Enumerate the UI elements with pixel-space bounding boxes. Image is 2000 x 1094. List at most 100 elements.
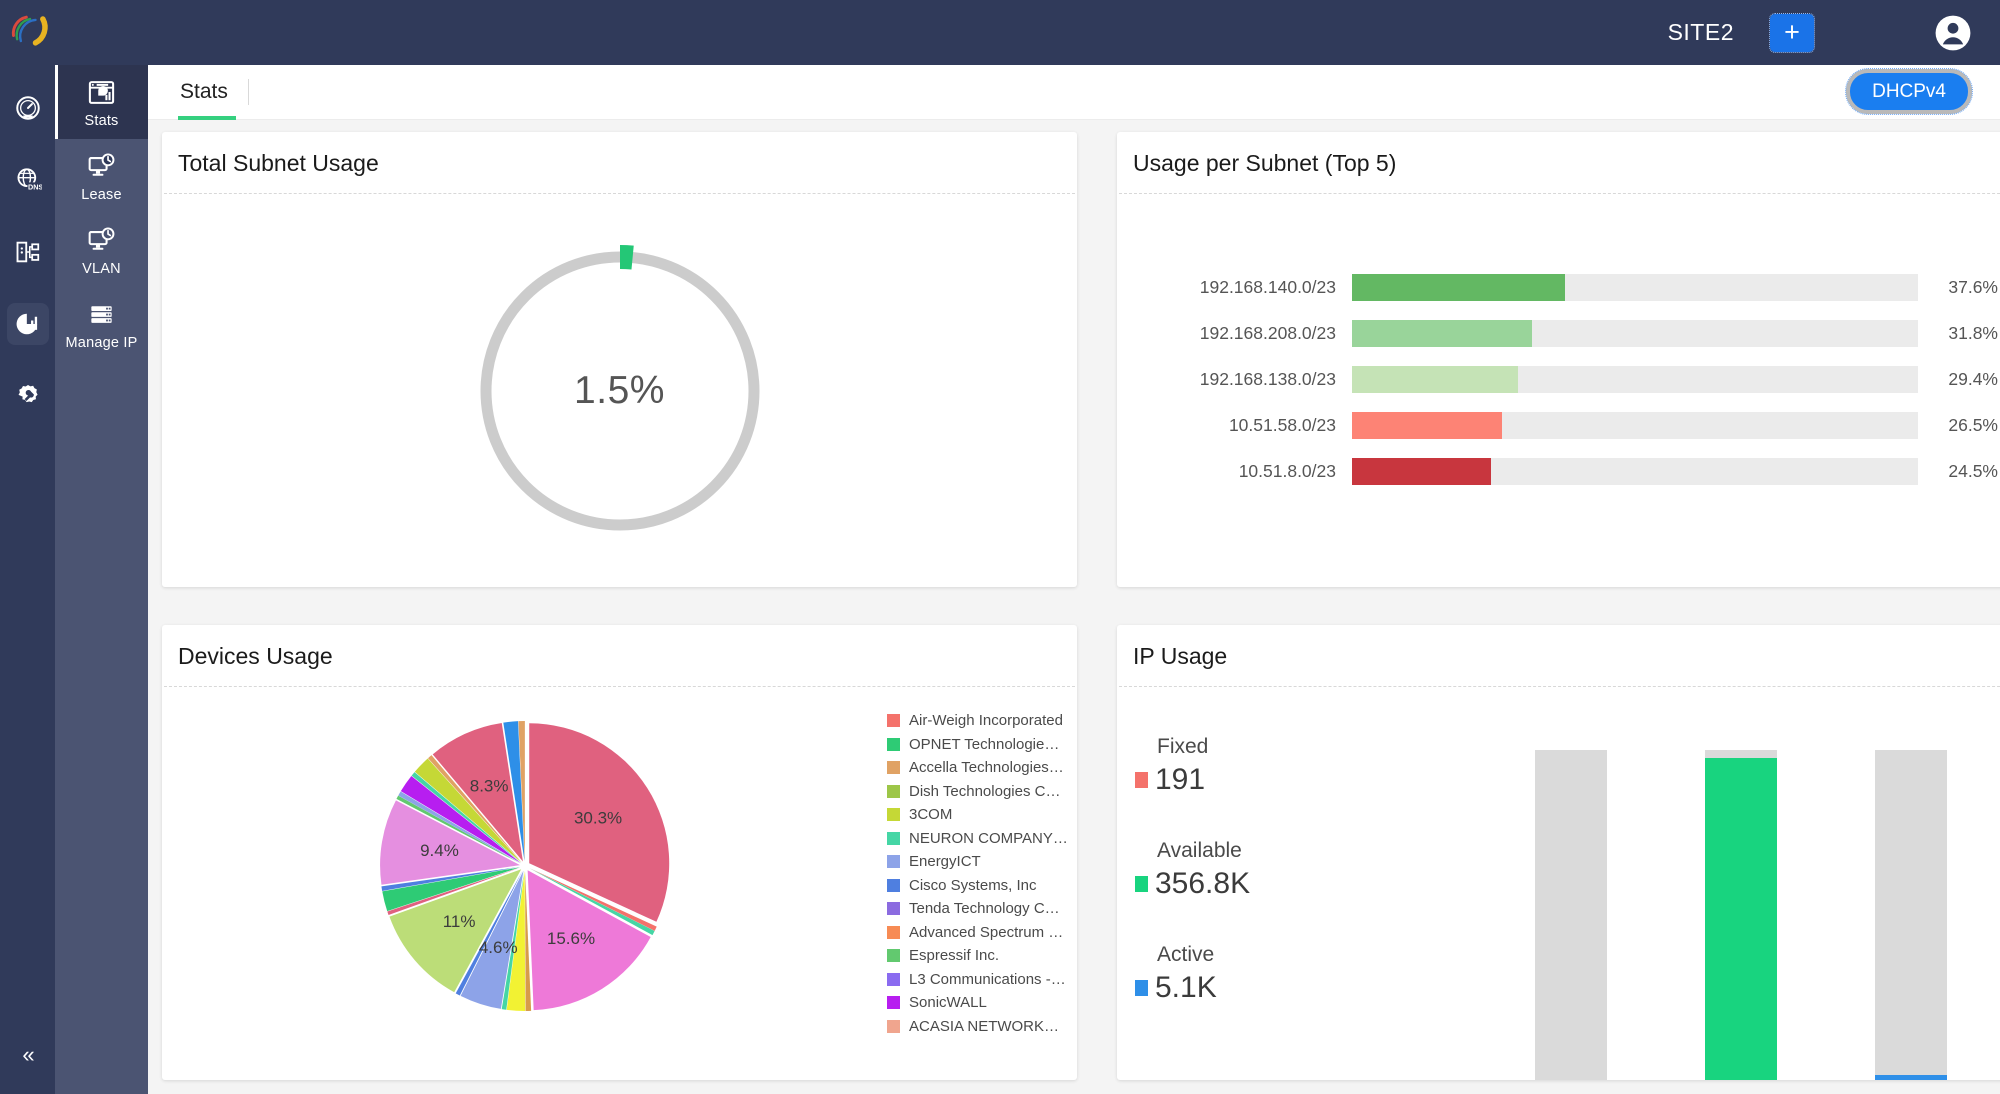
bar-value: 29.4%: [1918, 369, 1998, 390]
card-title: Usage per Subnet (Top 5): [1119, 132, 2000, 194]
ip-usage-category-label: Fixed: [1157, 735, 1407, 759]
legend-swatch: [887, 714, 900, 727]
legend-label: 3COM: [909, 806, 952, 823]
bar-row: 192.168.138.0/2329.4%: [1117, 356, 1998, 402]
vlan-monitor-clock-icon: [87, 225, 116, 255]
legend-swatch: [887, 855, 900, 868]
avatar[interactable]: [1934, 14, 1972, 52]
icon-rail: DNS «: [0, 65, 55, 1094]
dashboard-grid: Total Subnet Usage 1.5% Usage per Subnet…: [148, 120, 2000, 1080]
bar-track: [1352, 366, 1918, 393]
rail-item-settings[interactable]: [7, 375, 49, 417]
ip-usage-value: 356.8K: [1155, 867, 1250, 901]
bar-fill[interactable]: [1352, 366, 1518, 393]
bar-row: 10.51.8.0/2324.5%: [1117, 448, 1998, 494]
rail-item-reports[interactable]: [7, 303, 49, 345]
legend-item[interactable]: Dish Technologies C…: [887, 780, 1071, 804]
bar-label: 10.51.8.0/23: [1117, 461, 1352, 482]
legend-item[interactable]: Advanced Spectrum …: [887, 921, 1071, 945]
secondary-nav: Stats Lease VLAN: [55, 65, 148, 1094]
stats-window-icon: [87, 77, 116, 107]
pie-chart-area: 30.3%15.6%4.6%11%9.4%8.3% Air-Weigh Inco…: [162, 687, 1077, 1080]
legend-swatch: [887, 761, 900, 774]
legend-swatch: [887, 1020, 900, 1033]
app-logo-icon: [8, 8, 52, 52]
legend-swatch: [887, 879, 900, 892]
rail-item-dhcp[interactable]: [7, 231, 49, 273]
svg-text:DNS: DNS: [28, 183, 42, 192]
bar-track: [1352, 274, 1918, 301]
ip-usage-bar-fill[interactable]: [1705, 758, 1777, 1080]
legend-item[interactable]: L3 Communications -…: [887, 968, 1071, 992]
ip-usage-legend-item[interactable]: Available356.8K: [1135, 839, 1407, 901]
card-body: 1.5%: [162, 194, 1077, 587]
card-body: 192.168.140.0/2337.6% 192.168.208.0/23 31.…: [1117, 194, 2000, 587]
legend-item[interactable]: OPNET Technologie…: [887, 733, 1071, 757]
legend-item[interactable]: EnergyICT: [887, 850, 1071, 874]
sidebar-item-vlan[interactable]: VLAN: [55, 213, 148, 287]
ip-usage-swatch: [1135, 980, 1148, 996]
legend-item[interactable]: 3COM: [887, 803, 1071, 827]
tab-label: Stats: [180, 80, 228, 104]
ip-usage-category-label: Active: [1157, 943, 1407, 967]
tab-stats[interactable]: Stats: [164, 65, 244, 120]
protocol-toggle-dhcpv4[interactable]: DHCPv4: [1846, 69, 1972, 114]
bar-track: [1352, 412, 1918, 439]
app-logo[interactable]: [4, 4, 56, 56]
legend-item[interactable]: Tenda Technology C…: [887, 897, 1071, 921]
card-body: Fixed 191 Available356.8K Active 5.1K: [1117, 687, 2000, 1080]
ip-usage-bar-fill[interactable]: [1875, 1075, 1947, 1080]
legend-label: OPNET Technologie…: [909, 736, 1059, 753]
bar-fill[interactable]: [1352, 320, 1532, 347]
ip-usage-value: 5.1K: [1155, 971, 1217, 1005]
manage-ip-server-icon: [87, 299, 116, 329]
donut-used-slice[interactable]: [620, 257, 633, 258]
add-button[interactable]: +: [1770, 14, 1814, 52]
legend-item[interactable]: Accella Technologies…: [887, 756, 1071, 780]
tab-bar-right: DHCPv4: [1846, 82, 2000, 103]
user-avatar-icon: [1934, 14, 1972, 52]
bar-fill[interactable]: [1352, 412, 1502, 439]
sidebar-item-manage-ip[interactable]: Manage IP: [55, 287, 148, 361]
bar-row: 192.168.140.0/2337.6%: [1117, 264, 1998, 310]
card-usage-per-subnet: Usage per Subnet (Top 5) 192.168.140.0/2…: [1117, 132, 2000, 587]
collapse-sidebar-button[interactable]: «: [0, 1042, 55, 1068]
pie-slice-label: 30.3%: [573, 809, 621, 828]
bar-value: 31.8%: [1918, 323, 1998, 344]
dhcp-server-icon: [14, 238, 42, 266]
ip-usage-value-row: 5.1K: [1135, 971, 1407, 1005]
bar-label: 10.51.58.0/23: [1117, 415, 1352, 436]
ip-usage-value: 191: [1155, 763, 1205, 797]
sidebar-item-label: VLAN: [82, 261, 121, 277]
legend-item[interactable]: NEURON COMPANY…: [887, 827, 1071, 851]
card-title: IP Usage: [1119, 625, 2000, 687]
bar-label: 192.168.208.0/23: [1117, 323, 1352, 344]
bar-track: [1352, 320, 1918, 347]
legend-item[interactable]: Espressif Inc.: [887, 944, 1071, 968]
legend-item[interactable]: Cisco Systems, Inc: [887, 874, 1071, 898]
sidebar-item-lease[interactable]: Lease: [55, 139, 148, 213]
bar-row: 192.168.208.0/23 31.8%: [1117, 310, 1998, 356]
legend-label: Cisco Systems, Inc: [909, 877, 1037, 894]
dashboard-gauge-icon: [14, 94, 42, 122]
legend-label: NEURON COMPANY…: [909, 830, 1068, 847]
legend-swatch: [887, 996, 900, 1009]
pie-slice-label: 15.6%: [546, 929, 594, 948]
legend-item[interactable]: ACASIA NETWORK…: [887, 1015, 1071, 1039]
bar-fill[interactable]: [1352, 274, 1565, 301]
bar-fill[interactable]: [1352, 458, 1491, 485]
ip-usage-legend-item[interactable]: Active 5.1K: [1135, 943, 1407, 1005]
legend-label: EnergyICT: [909, 853, 981, 870]
legend-item[interactable]: SonicWALL: [887, 991, 1071, 1015]
rail-item-dashboard[interactable]: [7, 87, 49, 129]
legend-item[interactable]: Air-Weigh Incorporated: [887, 709, 1071, 733]
donut-chart: 1.5%: [162, 194, 1077, 587]
dns-globe-icon: DNS: [14, 166, 42, 194]
sidebar-item-stats[interactable]: Stats: [55, 65, 148, 139]
legend-swatch: [887, 926, 900, 939]
bar-value: 26.5%: [1918, 415, 1998, 436]
rail-item-dns[interactable]: DNS: [7, 159, 49, 201]
ip-usage-legend: Fixed 191 Available356.8K Active 5.1K: [1117, 687, 1407, 1080]
bar-row: 10.51.58.0/23 26.5%: [1117, 402, 1998, 448]
ip-usage-legend-item[interactable]: Fixed 191: [1135, 735, 1407, 797]
